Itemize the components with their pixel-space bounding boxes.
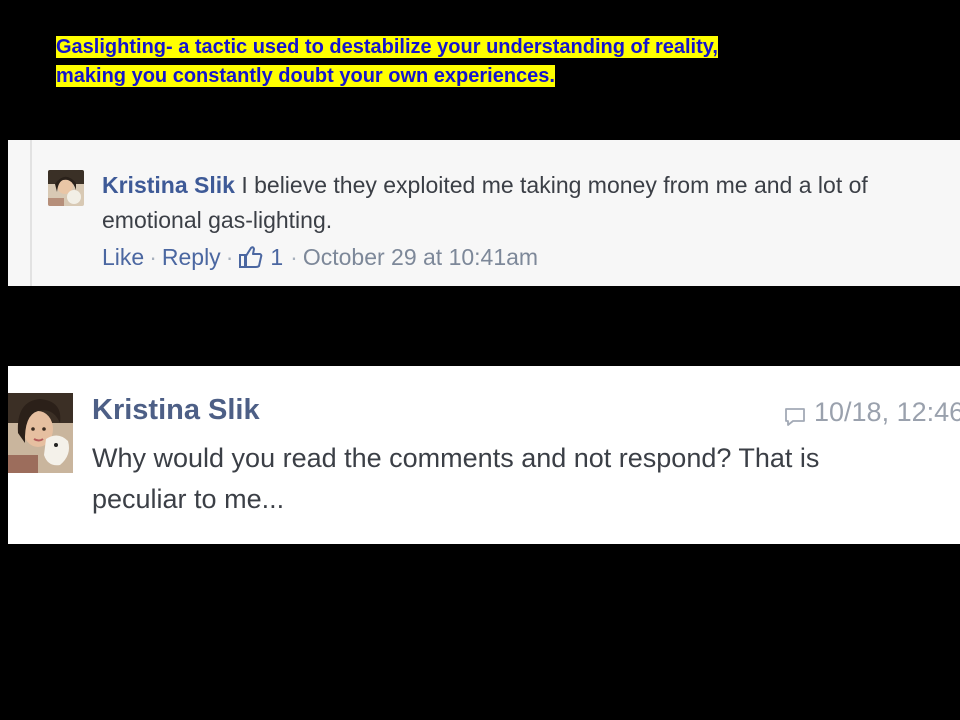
thumbs-up-icon[interactable] [238,244,264,270]
profile-photo-icon [48,170,84,206]
comment-body: Kristina Slik I believe they exploited m… [102,168,882,238]
separator: · [225,244,234,270]
thread-line [30,140,32,286]
message-timestamp-text: 10/18, 12:46p [814,397,960,427]
avatar[interactable] [8,393,73,473]
avatar[interactable] [48,170,84,206]
chat-bubble-icon [784,401,806,426]
separator: · [290,244,298,270]
message-text: Why would you read the comments and not … [92,443,820,514]
comment-author-link[interactable]: Kristina Slik [102,172,235,198]
reply-link[interactable]: Reply [162,242,221,272]
like-count[interactable]: 1 [270,242,283,272]
comment-actions: Like · Reply · 1 · October 29 at 10:41am [102,242,538,272]
message-screenshot-2: Kristina Slik 10/18, 12:46p Why would yo… [8,366,960,544]
comment-screenshot-1: Kristina Slik I believe they exploited m… [8,140,960,286]
comment-timestamp[interactable]: October 29 at 10:41am [303,242,538,272]
headline-line-1: Gaslighting- a tactic used to destabiliz… [56,36,718,58]
message-timestamp: 10/18, 12:46p [784,394,960,430]
headline-line-2: making you constantly doubt your own exp… [56,64,555,87]
headline: Gaslighting- a tactic used to destabiliz… [56,33,856,90]
like-link[interactable]: Like [102,242,144,272]
message-author-link[interactable]: Kristina Slik [92,392,260,428]
cropped-previous-comment [98,140,478,144]
profile-photo-icon [8,393,73,473]
separator: · [149,244,157,270]
